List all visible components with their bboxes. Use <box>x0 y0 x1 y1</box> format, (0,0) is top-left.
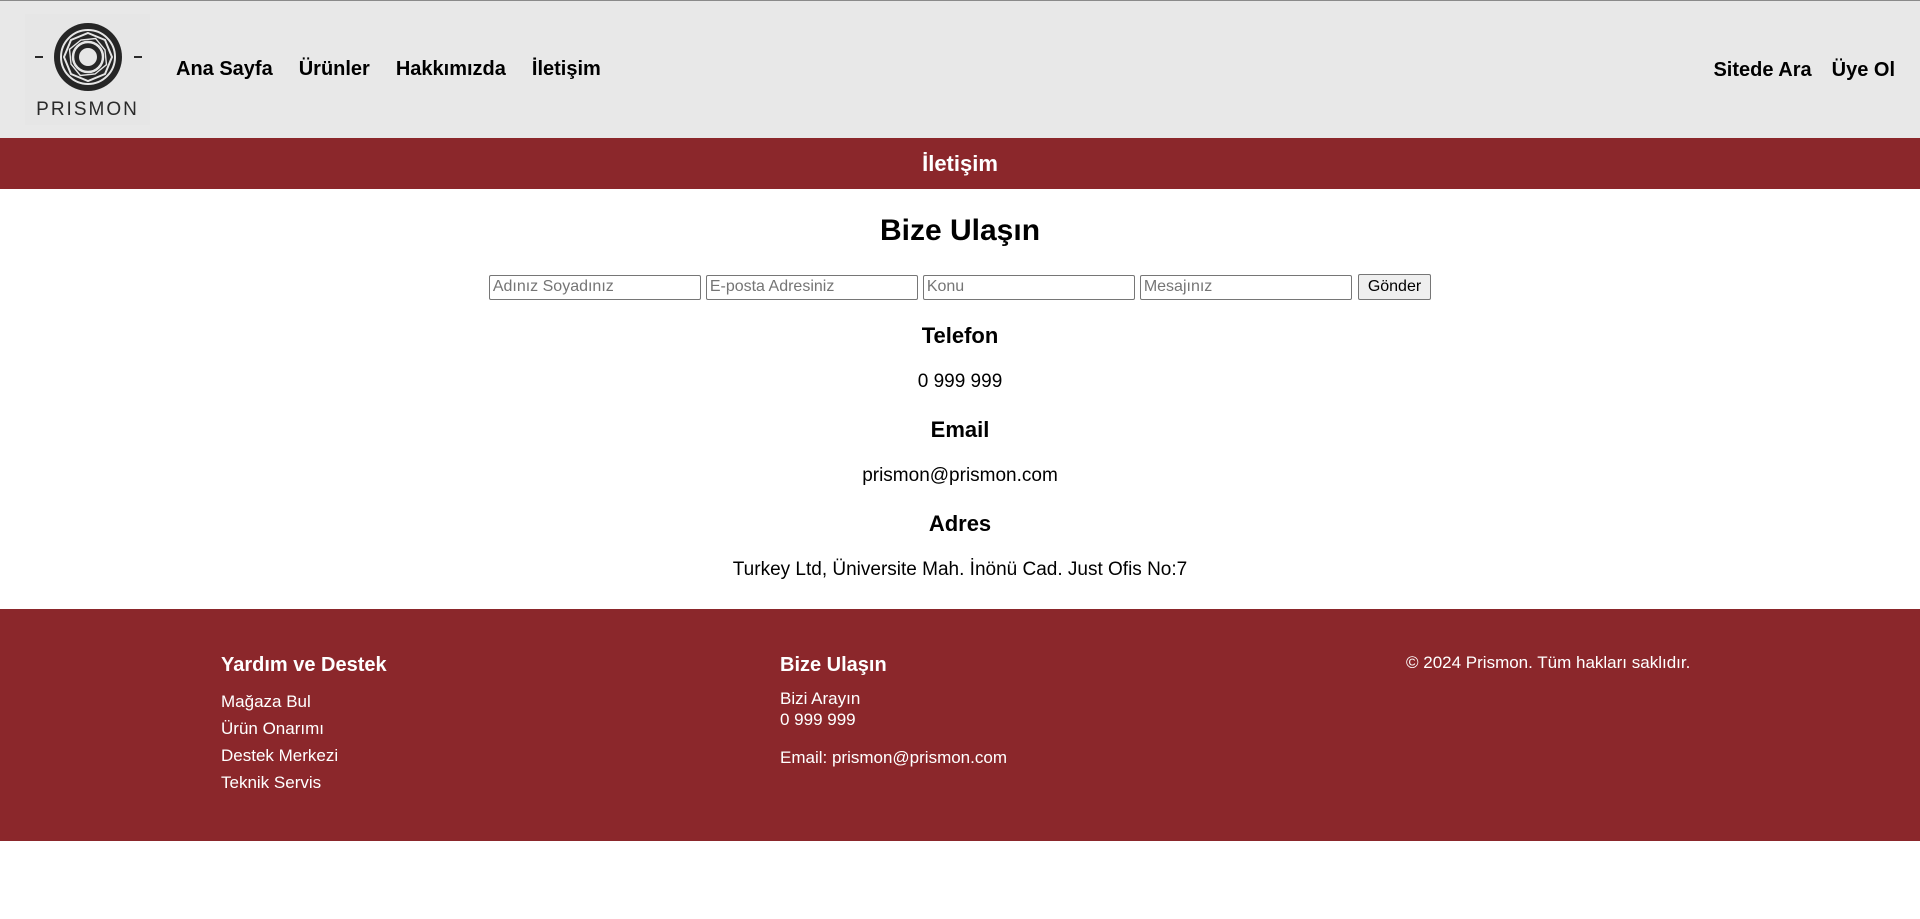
message-input[interactable] <box>1139 274 1352 300</box>
page-banner: İletişim <box>0 138 1920 189</box>
nav-sign-up[interactable]: Üye Ol <box>1832 59 1895 82</box>
address-value: Turkey Ltd, Üniversite Mah. İnönü Cad. J… <box>732 559 1188 580</box>
footer-copyright-column: © 2024 Prismon. Tüm hakları saklıdır. <box>1406 652 1690 673</box>
footer-link-support-center[interactable]: Destek Merkezi <box>221 742 387 769</box>
footer-contact-column: Bize Ulaşın Bizi Arayın 0 999 999 Email:… <box>780 653 1007 768</box>
nav-about[interactable]: Hakkımızda <box>396 58 506 81</box>
main-nav: Ana Sayfa Ürünler Hakkımızda İletişim <box>176 58 601 81</box>
footer-support-heading: Yardım ve Destek <box>221 654 387 676</box>
footer-email: Email: prismon@prismon.com <box>780 748 1007 767</box>
page-title: Bize Ulaşın <box>879 214 1041 247</box>
footer-call-label: Bizi Arayın <box>780 689 861 708</box>
logo-text: PRISMON <box>36 99 139 120</box>
prismon-logo-icon <box>25 20 150 94</box>
footer-link-product-repair[interactable]: Ürün Onarımı <box>221 715 387 742</box>
site-header: PRISMON Ana Sayfa Ürünler Hakkımızda İle… <box>0 0 1920 138</box>
address-heading: Adres <box>928 511 992 536</box>
phone-value: 0 999 999 <box>917 371 1003 392</box>
site-footer: Yardım ve Destek Mağaza Bul Ürün Onarımı… <box>0 609 1920 841</box>
email-heading: Email <box>930 417 990 442</box>
footer-support-list: Mağaza Bul Ürün Onarımı Destek Merkezi T… <box>221 688 387 796</box>
name-input[interactable] <box>488 274 701 300</box>
phone-block: Telefon 0 999 999 <box>0 323 1920 393</box>
subject-input[interactable] <box>922 274 1135 300</box>
email-input[interactable] <box>705 274 918 300</box>
nav-contact[interactable]: İletişim <box>532 58 601 81</box>
address-block: Adres Turkey Ltd, Üniversite Mah. İnönü … <box>0 511 1920 581</box>
footer-link-technical-service[interactable]: Teknik Servis <box>221 769 387 796</box>
nav-site-search[interactable]: Sitede Ara <box>1713 59 1811 82</box>
logo-dash-left <box>35 56 43 58</box>
email-value: prismon@prismon.com <box>862 465 1058 486</box>
banner-title: İletişim <box>922 150 998 176</box>
email-block: Email prismon@prismon.com <box>0 417 1920 487</box>
contact-section: Bize Ulaşın Gönder Telefon 0 999 999 Ema… <box>0 189 1920 609</box>
footer-call-number: 0 999 999 <box>780 710 856 729</box>
logo-emblem-icon <box>53 23 122 91</box>
phone-heading: Telefon <box>921 323 999 348</box>
footer-link-store-finder[interactable]: Mağaza Bul <box>221 688 387 715</box>
logo-dash-right <box>134 56 142 58</box>
nav-home[interactable]: Ana Sayfa <box>176 58 273 81</box>
site-logo[interactable]: PRISMON <box>25 14 150 125</box>
footer-support-column: Yardım ve Destek Mağaza Bul Ürün Onarımı… <box>221 653 387 796</box>
submit-button[interactable]: Gönder <box>1357 274 1432 300</box>
copyright-text: © 2024 Prismon. Tüm hakları saklıdır. <box>1406 653 1691 672</box>
user-nav: Sitede Ara Üye Ol <box>1713 1 1895 139</box>
footer-contact-heading: Bize Ulaşın <box>780 654 887 676</box>
nav-products[interactable]: Ürünler <box>299 58 370 81</box>
contact-form: Gönder <box>0 274 1920 300</box>
